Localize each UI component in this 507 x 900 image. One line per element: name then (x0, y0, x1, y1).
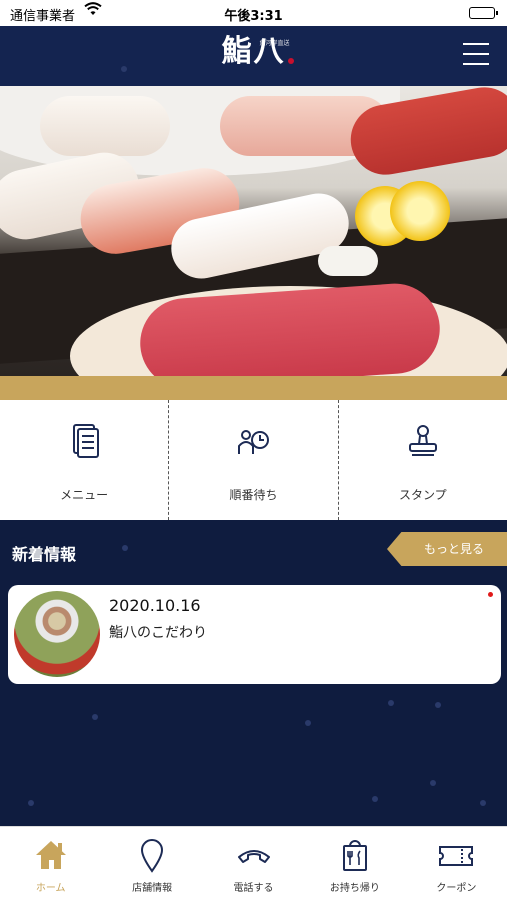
snow-dot (480, 800, 486, 806)
tab-call[interactable]: 電話する (203, 827, 304, 900)
logo-subtext: 魚河岸直送 (259, 40, 290, 47)
tab-label: クーポン (436, 883, 477, 894)
tab-label: 電話する (233, 883, 274, 894)
app-header: 魚河岸直送 鮨八 (0, 26, 507, 86)
snow-dot (435, 702, 441, 708)
tab-coupon[interactable]: クーポン (406, 827, 507, 900)
news-section-title: 新着情報 (12, 545, 77, 564)
snow-dot (305, 720, 311, 726)
map-pin-icon (134, 837, 170, 873)
battery-icon (469, 7, 498, 19)
home-icon (33, 837, 69, 873)
unread-dot (488, 592, 493, 597)
logo-dot (287, 58, 294, 64)
queue-label: 順番待ち (229, 488, 278, 502)
snow-dot (121, 66, 127, 72)
menu-button[interactable]: メニュー (0, 400, 168, 520)
news-thumbnail (14, 591, 100, 677)
tab-label: お持ち帰り (329, 883, 380, 894)
stamp-label: スタンプ (399, 488, 447, 502)
stamp-button[interactable]: スタンプ (337, 400, 507, 520)
brand-logo[interactable]: 魚河岸直送 鮨八 (222, 32, 294, 72)
hero-sushi-image (0, 86, 507, 376)
snow-dot (122, 545, 128, 551)
tab-label: 店舗情報 (132, 883, 173, 894)
phone-icon (236, 837, 272, 873)
news-title: 鮨八のこだわり (109, 625, 207, 641)
stamp-icon (406, 422, 440, 460)
tab-label: ホーム (35, 883, 66, 894)
snow-dot (430, 780, 436, 786)
tab-takeout[interactable]: お持ち帰り (304, 827, 405, 900)
snow-dot (372, 796, 378, 802)
menu-label: メニュー (60, 488, 109, 502)
takeout-bag-icon (337, 837, 373, 873)
hero-gold-bar (0, 376, 507, 400)
bottom-tab-bar: ホーム 店舗情報 電話する お持ち帰り クーポン (0, 826, 507, 900)
queue-clock-icon (236, 422, 270, 460)
news-date: 2020.10.16 (109, 596, 201, 615)
snow-dot (388, 700, 394, 706)
status-time: 午後3:31 (224, 9, 283, 24)
queue-button[interactable]: 順番待ち (168, 400, 337, 520)
snow-dot (92, 714, 98, 720)
news-item[interactable]: 2020.10.16 鮨八のこだわり (8, 585, 501, 684)
coupon-icon (438, 837, 474, 873)
hamburger-icon[interactable] (463, 43, 489, 67)
more-news-button[interactable]: もっと見る (387, 532, 507, 566)
tab-store-info[interactable]: 店舗情報 (101, 827, 202, 900)
status-bar: 通信事業者 午後3:31 (0, 0, 507, 26)
snow-dot (28, 800, 34, 806)
tab-home[interactable]: ホーム (0, 827, 101, 900)
quick-menu: メニュー 順番待ち スタンプ (0, 400, 507, 520)
document-icon (67, 422, 101, 460)
